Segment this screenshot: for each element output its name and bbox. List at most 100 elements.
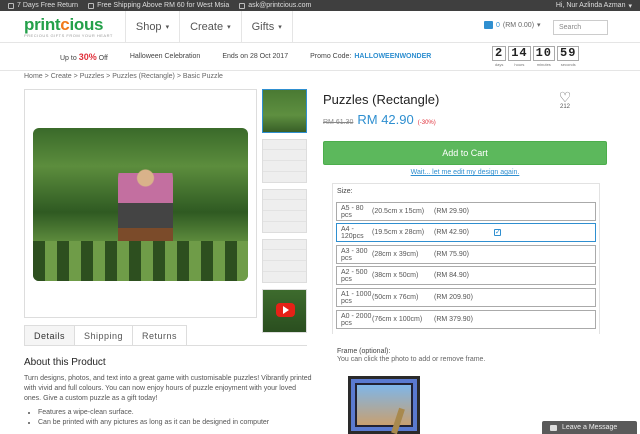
tab-shipping[interactable]: Shipping [74, 325, 134, 345]
thumbnail-photo[interactable] [262, 89, 307, 133]
search-input[interactable]: Search [553, 20, 608, 35]
frame-preview-image[interactable] [348, 376, 420, 434]
size-name: A5 - 80 pcs [341, 204, 364, 219]
youtube-play-icon [276, 303, 295, 317]
cart-button[interactable]: 0 (RM 0.00) ▾ [484, 21, 541, 29]
frame-label: Frame (optional): [337, 348, 391, 355]
mail-icon [239, 2, 246, 9]
heart-icon: ♡ [558, 89, 572, 105]
size-option-a1[interactable]: A1 - 1000 pcs (50cm x 76cm) (RM 209.90) [336, 288, 596, 307]
add-to-cart-button[interactable]: Add to Cart [323, 141, 607, 165]
thumbnail-puzzle-pieces[interactable] [262, 189, 307, 233]
cart-count: 0 [496, 21, 500, 29]
size-dim: (19.5cm x 28cm) [372, 229, 425, 236]
product-tabs: Details Shipping Returns [24, 325, 307, 346]
nav-shop[interactable]: Shop ▾ [124, 10, 179, 43]
tab-returns[interactable]: Returns [132, 325, 188, 345]
size-dim: (50cm x 76cm) [372, 294, 419, 301]
logo-tagline: PRECIOUS GIFTS FROM YOUR HEART [24, 32, 113, 38]
timer-minutes: 10 [532, 46, 556, 61]
breadcrumb-home[interactable]: Home [24, 73, 43, 80]
thumbnail-strip [262, 89, 307, 339]
cart-total: (RM 0.00) [502, 21, 535, 29]
edit-design-link[interactable]: Wait... let me edit my design again. [323, 169, 607, 176]
chevron-down-icon: ▾ [628, 2, 632, 10]
promo-code: HALLOWEENWONDER [354, 53, 432, 60]
countdown-timer: 2 days 14 hours 10 minutes 59 seconds [492, 46, 580, 67]
chevron-down-icon: ▾ [537, 22, 541, 29]
breadcrumb-create[interactable]: Create [51, 73, 72, 80]
timer-seconds-label: seconds [560, 62, 576, 67]
size-price: (RM 42.90) [434, 229, 470, 236]
size-option-a3[interactable]: A3 - 300 pcs (28cm x 39cm) (RM 75.90) [336, 245, 596, 264]
discount-badge: (-30%) [417, 120, 436, 126]
timer-seconds: 59 [557, 46, 580, 61]
price-block: RM 61.30 RM 42.90 (-30%) [323, 112, 436, 127]
printcious-logo[interactable]: printcious PRECIOUS GIFTS FROM YOUR HEAR… [24, 16, 113, 38]
user-greeting[interactable]: Hi, Nur Azlinda Azman [556, 2, 626, 9]
chat-icon [550, 424, 557, 431]
timer-days-label: days [494, 62, 504, 67]
breadcrumb-sep: > [44, 73, 49, 80]
checkmark-icon: ✓ [494, 229, 501, 236]
email-link[interactable]: ask@printcious.com [248, 2, 311, 9]
about-section: About this Product Turn designs, photos,… [24, 357, 314, 428]
free-return-text: 7 Days Free Return [17, 2, 79, 9]
chevron-down-icon: ▾ [227, 23, 231, 31]
tab-details[interactable]: Details [24, 325, 76, 345]
nav-gifts-label: Gifts [251, 20, 275, 33]
leave-message-label: Leave a Message [562, 424, 618, 431]
nav-create-label: Create [190, 20, 224, 33]
promo-banner: Up to 30% Off Halloween Celebration Ends… [0, 43, 640, 71]
list-item: Features a wipe-clean surface. [38, 408, 314, 418]
wishlist-button[interactable]: ♡ 212 [555, 90, 575, 110]
like-count: 212 [559, 104, 570, 110]
nav-menu: Shop ▾ Create ▾ Gifts ▾ [124, 10, 293, 43]
truck-icon [88, 2, 95, 9]
breadcrumb-puzzles-rectangle[interactable]: Puzzles (Rectangle) [112, 73, 175, 80]
size-price: (RM 209.90) [434, 294, 473, 301]
about-body: Turn designs, photos, and text into a gr… [24, 375, 312, 402]
size-dim: (76cm x 100cm) [372, 316, 423, 323]
thumbnail-puzzle-blank[interactable] [262, 139, 307, 183]
promo-ends: Ends on 28 Oct 2017 [222, 53, 289, 60]
breadcrumb-basic-puzzle: Basic Puzzle [182, 73, 223, 80]
return-icon [8, 2, 14, 9]
size-label: Size: [337, 188, 353, 195]
breadcrumb-puzzles[interactable]: Puzzles [80, 73, 105, 80]
promo-percent: 30% [78, 51, 97, 62]
size-name: A2 - 500 pcs [341, 268, 368, 283]
size-option-a5[interactable]: A5 - 80 pcs (20.5cm x 15cm) (RM 29.90) [336, 202, 596, 221]
top-info-bar: 7 Days Free Return Free Shipping Above R… [0, 0, 640, 11]
breadcrumb: Home > Create > Puzzles > Puzzles (Recta… [24, 73, 223, 80]
size-option-a0[interactable]: A0 - 2000 pcs (76cm x 100cm) (RM 379.90) [336, 310, 596, 329]
size-dim: (20.5cm x 15cm) [372, 208, 425, 215]
leave-message-button[interactable]: Leave a Message [542, 421, 637, 434]
size-dim: (38cm x 50cm) [372, 272, 419, 279]
promo-code-label: Promo Code: [310, 53, 352, 60]
product-title: Puzzles (Rectangle) [323, 92, 440, 107]
size-name: A4 - 120pcs [341, 225, 364, 240]
timer-minutes-label: minutes [536, 62, 551, 67]
promo-off: Off [98, 54, 108, 62]
shopping-bag-icon [484, 21, 493, 29]
timer-hours: 14 [508, 46, 531, 61]
size-price: (RM 379.90) [434, 316, 473, 323]
timer-days: 2 [492, 46, 507, 61]
puzzle-photo [33, 128, 248, 281]
size-name: A3 - 300 pcs [341, 247, 368, 262]
main-navbar: printcious PRECIOUS GIFTS FROM YOUR HEAR… [0, 10, 640, 43]
nav-shop-label: Shop [135, 20, 162, 33]
breadcrumb-sep: > [106, 73, 111, 80]
main-product-image[interactable] [24, 89, 257, 318]
nav-create[interactable]: Create ▾ [179, 10, 241, 43]
logo-text-b: ious [69, 14, 104, 34]
list-item: Can be printed with any pictures as long… [38, 418, 314, 428]
promo-event: Halloween Celebration [129, 53, 201, 60]
frame-hint: You can click the photo to add or remove… [337, 356, 486, 363]
size-option-a2[interactable]: A2 - 500 pcs (38cm x 50cm) (RM 84.90) [336, 266, 596, 285]
size-option-a4[interactable]: A4 - 120pcs (19.5cm x 28cm) (RM 42.90) ✓ [336, 223, 596, 242]
thumbnail-puzzle-back[interactable] [262, 239, 307, 283]
size-name: A1 - 1000 pcs [341, 290, 372, 305]
nav-gifts[interactable]: Gifts ▾ [240, 10, 293, 43]
